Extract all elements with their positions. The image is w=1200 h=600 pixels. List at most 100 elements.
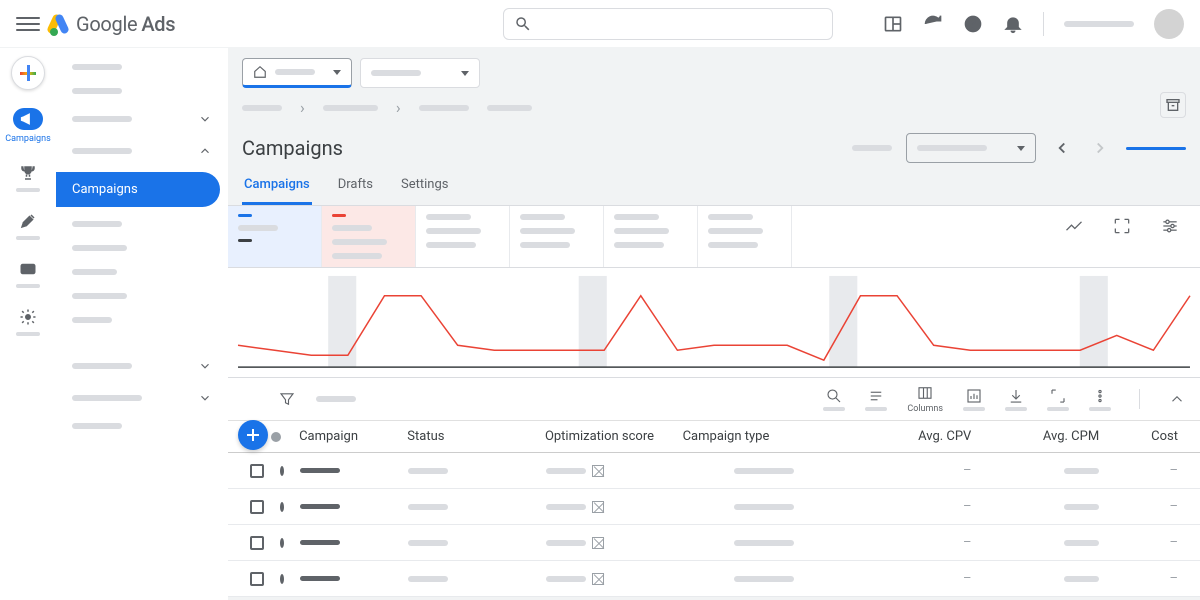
nav-rail: Campaigns [0,48,56,600]
rail-goals[interactable] [13,162,43,192]
refresh-icon[interactable] [923,14,943,34]
chevron-down-icon [198,391,212,405]
menu-icon[interactable] [16,12,40,36]
scope-selector[interactable] [360,58,480,88]
table-expand[interactable] [1047,387,1069,411]
chevron-up-icon [198,144,212,158]
reports-icon[interactable] [883,14,903,34]
campaigns-table: Campaign Status Optimization score Campa… [228,421,1200,597]
side-item[interactable] [64,84,220,98]
table-row[interactable]: – – [228,525,1200,561]
performance-chart [228,268,1200,378]
collapse-icon[interactable] [1168,390,1186,408]
side-item[interactable] [64,241,220,255]
metric-card[interactable] [698,206,792,267]
side-item[interactable] [64,60,220,74]
logo-product: Google [76,12,137,36]
side-active-campaigns[interactable]: Campaigns [56,172,220,207]
gear-icon [19,308,37,326]
breadcrumb-trail: ›› [228,98,1200,123]
rail-campaigns[interactable]: Campaigns [5,108,50,144]
side-item[interactable] [64,217,220,231]
table-row[interactable]: – – [228,489,1200,525]
divider [1043,12,1044,36]
side-group[interactable] [64,108,220,130]
date-next[interactable] [1088,136,1112,160]
metric-card[interactable] [510,206,604,267]
adjust-icon[interactable] [1160,216,1180,236]
view-indicator [1126,147,1186,150]
status-dot[interactable] [280,574,284,584]
side-item[interactable] [64,419,220,433]
megaphone-icon [19,110,37,128]
tools-icon [19,212,37,230]
metric-card-selected[interactable] [228,206,322,267]
table-columns[interactable]: Columns [907,384,943,414]
tab-settings[interactable]: Settings [399,167,450,205]
row-checkbox[interactable] [250,536,264,550]
metric-card[interactable] [416,206,510,267]
opt-unavailable-icon [592,465,604,477]
date-prev[interactable] [1050,136,1074,160]
status-dot[interactable] [280,466,284,476]
download-icon [1007,387,1025,405]
expand-icon[interactable] [1112,216,1132,236]
status-dot[interactable] [280,538,284,548]
columns-icon [916,384,934,402]
filter-icon[interactable] [278,390,296,408]
add-campaign-button[interactable] [238,420,268,450]
row-checkbox[interactable] [250,464,264,478]
table-header: Campaign Status Optimization score Campa… [228,421,1200,453]
search-input[interactable] [503,8,833,40]
create-button[interactable] [11,56,45,90]
table-search[interactable] [823,387,845,411]
tab-campaigns[interactable]: Campaigns [242,167,312,205]
table-download[interactable] [1005,387,1027,411]
rail-admin[interactable] [13,306,43,336]
col-opt[interactable]: Optimization score [537,429,675,444]
side-item[interactable] [64,265,220,279]
col-status[interactable]: Status [399,429,537,444]
trophy-icon [19,164,37,182]
date-range-selector[interactable] [906,133,1036,163]
notifications-icon[interactable] [1003,14,1023,34]
col-type[interactable]: Campaign type [675,429,852,444]
table-more[interactable] [1089,387,1111,411]
table-row[interactable]: – – [228,453,1200,489]
row-checkbox[interactable] [250,500,264,514]
side-item[interactable] [64,313,220,327]
opt-unavailable-icon [592,573,604,585]
side-group[interactable] [64,355,220,377]
opt-unavailable-icon [592,501,604,513]
status-dot[interactable] [280,502,284,512]
segment-icon [867,387,885,405]
table-segment[interactable] [865,387,887,411]
table-row[interactable]: – – [228,561,1200,597]
archive-button[interactable] [1160,92,1186,118]
col-cost[interactable]: Cost [1107,429,1186,444]
tab-drafts[interactable]: Drafts [336,167,375,205]
side-group[interactable] [64,387,220,409]
side-group[interactable] [64,140,220,162]
logo-suffix: Ads [141,12,175,36]
rail-tools[interactable] [13,210,43,240]
avatar[interactable] [1154,9,1184,39]
home-icon [253,65,267,79]
chart-toggle-icon[interactable] [1064,216,1084,236]
col-campaign[interactable]: Campaign [291,429,399,444]
logo[interactable]: Google Ads [48,12,175,36]
col-cpm[interactable]: Avg. CPM [979,429,1107,444]
account-selector[interactable] [242,58,352,88]
side-item[interactable] [64,289,220,303]
metric-card[interactable] [604,206,698,267]
rail-billing[interactable] [13,258,43,288]
row-checkbox[interactable] [250,572,264,586]
archive-icon [1165,97,1181,113]
col-cpv[interactable]: Avg. CPV [852,429,980,444]
help-icon[interactable] [963,14,983,34]
status-dot-header[interactable] [271,432,281,442]
table-reports[interactable] [963,387,985,411]
account-placeholder [1064,21,1134,27]
metric-card-warn[interactable] [322,206,416,267]
more-icon [1091,387,1109,405]
